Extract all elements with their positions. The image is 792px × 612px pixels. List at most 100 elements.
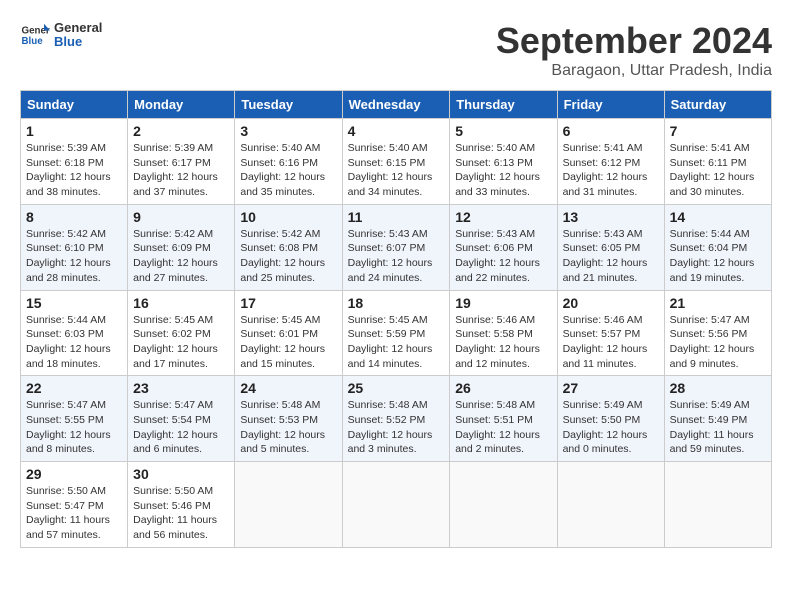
day-info: Sunrise: 5:43 AMSunset: 6:05 PMDaylight:… (563, 227, 659, 286)
title-area: September 2024 Baragaon, Uttar Pradesh, … (496, 20, 772, 80)
day-number: 19 (455, 295, 551, 311)
day-number: 18 (348, 295, 445, 311)
calendar-header-monday: Monday (128, 91, 235, 119)
calendar-header-tuesday: Tuesday (235, 91, 342, 119)
day-number: 9 (133, 209, 229, 225)
day-number: 26 (455, 380, 551, 396)
calendar-cell: 8 Sunrise: 5:42 AMSunset: 6:10 PMDaylight… (21, 204, 128, 290)
calendar-cell: 7 Sunrise: 5:41 AMSunset: 6:11 PMDaylight… (664, 119, 771, 205)
day-number: 25 (348, 380, 445, 396)
day-number: 28 (670, 380, 766, 396)
day-number: 2 (133, 123, 229, 139)
calendar-cell: 18Sunrise: 5:45 AMSunset: 5:59 PMDayligh… (342, 290, 450, 376)
calendar-week-1: 1 Sunrise: 5:39 AMSunset: 6:18 PMDaylight… (21, 119, 772, 205)
calendar-header-saturday: Saturday (664, 91, 771, 119)
calendar-cell: 5Sunrise: 5:40 AMSunset: 6:13 PMDaylight… (450, 119, 557, 205)
calendar-cell: 15 Sunrise: 5:44 AMSunset: 6:03 PMDayligh… (21, 290, 128, 376)
day-number: 30 (133, 466, 229, 482)
day-number: 15 (26, 295, 122, 311)
calendar-cell: 16 Sunrise: 5:45 AMSunset: 6:02 PMDayligh… (128, 290, 235, 376)
day-number: 4 (348, 123, 445, 139)
day-info: Sunrise: 5:44 AMSunset: 6:03 PMDaylight:… (26, 313, 122, 372)
day-number: 5 (455, 123, 551, 139)
calendar-table: SundayMondayTuesdayWednesdayThursdayFrid… (20, 90, 772, 548)
calendar-cell: 25Sunrise: 5:48 AMSunset: 5:52 PMDayligh… (342, 376, 450, 462)
calendar-cell: 3Sunrise: 5:40 AMSunset: 6:16 PMDaylight… (235, 119, 342, 205)
calendar-header-wednesday: Wednesday (342, 91, 450, 119)
day-info: Sunrise: 5:39 AMSunset: 6:18 PMDaylight:… (26, 141, 122, 200)
logo-icon: General Blue (20, 20, 50, 50)
logo-general: General (54, 21, 102, 35)
calendar-cell: 28 Sunrise: 5:49 AMSunset: 5:49 PMDayligh… (664, 376, 771, 462)
day-info: Sunrise: 5:40 AMSunset: 6:15 PMDaylight:… (348, 141, 445, 200)
calendar-cell: 23 Sunrise: 5:47 AMSunset: 5:54 PMDayligh… (128, 376, 235, 462)
day-info: Sunrise: 5:45 AMSunset: 6:02 PMDaylight:… (133, 313, 229, 372)
calendar-cell: 29Sunrise: 5:50 AMSunset: 5:47 PMDayligh… (21, 462, 128, 548)
day-info: Sunrise: 5:50 AMSunset: 5:46 PMDaylight:… (133, 484, 229, 543)
day-info: Sunrise: 5:47 AMSunset: 5:54 PMDaylight:… (133, 398, 229, 457)
day-number: 10 (240, 209, 336, 225)
day-info: Sunrise: 5:47 AMSunset: 5:55 PMDaylight:… (26, 398, 122, 457)
day-info: Sunrise: 5:48 AMSunset: 5:51 PMDaylight:… (455, 398, 551, 457)
day-info: Sunrise: 5:46 AMSunset: 5:57 PMDaylight:… (563, 313, 659, 372)
day-number: 22 (26, 380, 122, 396)
day-info: Sunrise: 5:42 AMSunset: 6:09 PMDaylight:… (133, 227, 229, 286)
day-number: 27 (563, 380, 659, 396)
day-number: 23 (133, 380, 229, 396)
day-number: 17 (240, 295, 336, 311)
day-info: Sunrise: 5:41 AMSunset: 6:12 PMDaylight:… (563, 141, 659, 200)
calendar-cell: 2 Sunrise: 5:39 AMSunset: 6:17 PMDaylight… (128, 119, 235, 205)
calendar-header-sunday: Sunday (21, 91, 128, 119)
day-number: 21 (670, 295, 766, 311)
day-info: Sunrise: 5:49 AMSunset: 5:49 PMDaylight:… (670, 398, 766, 457)
day-number: 20 (563, 295, 659, 311)
logo-blue: Blue (54, 35, 102, 49)
calendar-week-2: 8 Sunrise: 5:42 AMSunset: 6:10 PMDaylight… (21, 204, 772, 290)
day-info: Sunrise: 5:48 AMSunset: 5:53 PMDaylight:… (240, 398, 336, 457)
calendar-header-row: SundayMondayTuesdayWednesdayThursdayFrid… (21, 91, 772, 119)
day-info: Sunrise: 5:47 AMSunset: 5:56 PMDaylight:… (670, 313, 766, 372)
calendar-cell: 27 Sunrise: 5:49 AMSunset: 5:50 PMDayligh… (557, 376, 664, 462)
calendar-cell: 10 Sunrise: 5:42 AMSunset: 6:08 PMDayligh… (235, 204, 342, 290)
day-number: 14 (670, 209, 766, 225)
calendar-cell: 1 Sunrise: 5:39 AMSunset: 6:18 PMDaylight… (21, 119, 128, 205)
day-number: 8 (26, 209, 122, 225)
day-info: Sunrise: 5:43 AMSunset: 6:07 PMDaylight:… (348, 227, 445, 286)
calendar-cell: 13 Sunrise: 5:43 AMSunset: 6:05 PMDayligh… (557, 204, 664, 290)
calendar-header-thursday: Thursday (450, 91, 557, 119)
calendar-cell: 17 Sunrise: 5:45 AMSunset: 6:01 PMDayligh… (235, 290, 342, 376)
svg-text:Blue: Blue (22, 36, 44, 47)
day-info: Sunrise: 5:42 AMSunset: 6:08 PMDaylight:… (240, 227, 336, 286)
calendar-cell: 19 Sunrise: 5:46 AMSunset: 5:58 PMDayligh… (450, 290, 557, 376)
calendar-cell: 20 Sunrise: 5:46 AMSunset: 5:57 PMDayligh… (557, 290, 664, 376)
day-number: 24 (240, 380, 336, 396)
day-number: 6 (563, 123, 659, 139)
day-info: Sunrise: 5:41 AMSunset: 6:11 PMDaylight:… (670, 141, 766, 200)
day-info: Sunrise: 5:39 AMSunset: 6:17 PMDaylight:… (133, 141, 229, 200)
day-info: Sunrise: 5:49 AMSunset: 5:50 PMDaylight:… (563, 398, 659, 457)
day-info: Sunrise: 5:40 AMSunset: 6:16 PMDaylight:… (240, 141, 336, 200)
calendar-cell (342, 462, 450, 548)
day-number: 11 (348, 209, 445, 225)
day-info: Sunrise: 5:46 AMSunset: 5:58 PMDaylight:… (455, 313, 551, 372)
calendar-cell: 14Sunrise: 5:44 AMSunset: 6:04 PMDayligh… (664, 204, 771, 290)
calendar-cell: 21 Sunrise: 5:47 AMSunset: 5:56 PMDayligh… (664, 290, 771, 376)
calendar-cell (664, 462, 771, 548)
calendar-cell: 6 Sunrise: 5:41 AMSunset: 6:12 PMDaylight… (557, 119, 664, 205)
calendar-cell (235, 462, 342, 548)
day-number: 13 (563, 209, 659, 225)
calendar-body: 1 Sunrise: 5:39 AMSunset: 6:18 PMDaylight… (21, 119, 772, 548)
calendar-cell: 26 Sunrise: 5:48 AMSunset: 5:51 PMDayligh… (450, 376, 557, 462)
month-title: September 2024 (496, 20, 772, 62)
day-info: Sunrise: 5:42 AMSunset: 6:10 PMDaylight:… (26, 227, 122, 286)
day-number: 1 (26, 123, 122, 139)
day-info: Sunrise: 5:45 AMSunset: 6:01 PMDaylight:… (240, 313, 336, 372)
calendar-cell: 9 Sunrise: 5:42 AMSunset: 6:09 PMDaylight… (128, 204, 235, 290)
location-title: Baragaon, Uttar Pradesh, India (496, 62, 772, 80)
day-info: Sunrise: 5:50 AMSunset: 5:47 PMDaylight:… (26, 484, 122, 543)
day-number: 7 (670, 123, 766, 139)
day-number: 16 (133, 295, 229, 311)
calendar-cell (450, 462, 557, 548)
calendar-header-friday: Friday (557, 91, 664, 119)
calendar-week-4: 22 Sunrise: 5:47 AMSunset: 5:55 PMDayligh… (21, 376, 772, 462)
